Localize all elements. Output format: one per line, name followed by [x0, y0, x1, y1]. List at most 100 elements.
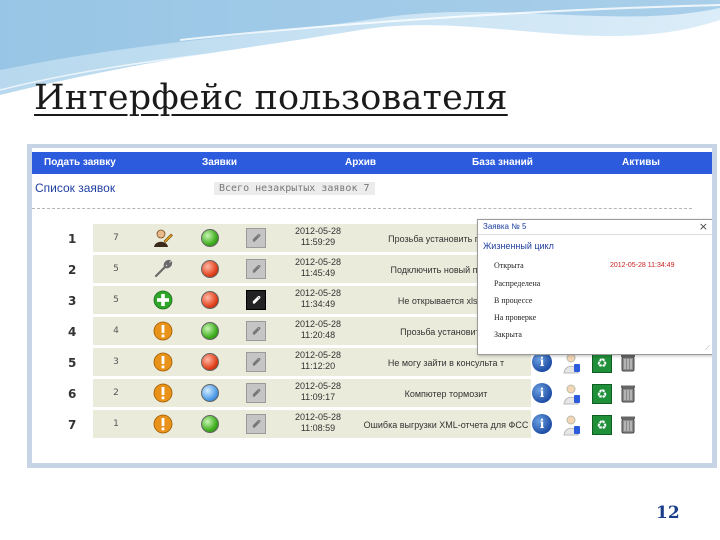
popup-title: Заявка № 5: [483, 222, 527, 231]
attachment-icon[interactable]: [246, 228, 266, 248]
ticket-time: 11:34:49: [300, 299, 336, 309]
status-green-icon: [201, 322, 219, 340]
ticket-datetime: 2012-05-28 11:45:49: [285, 257, 351, 279]
nav-assets[interactable]: Активы: [622, 157, 660, 168]
status-red-icon: [201, 260, 219, 278]
ticket-list-title[interactable]: Список заявок: [35, 181, 115, 195]
ticket-time: 11:59:29: [300, 237, 336, 247]
list-toolbar: Список заявок Всего незакрытых заявок 7: [32, 178, 712, 200]
row-actions: i ♻: [532, 352, 642, 374]
nav-tickets[interactable]: Заявки: [202, 157, 237, 168]
ticket-datetime: 2012-05-28 11:59:29: [285, 226, 351, 248]
assignee-icon[interactable]: [562, 414, 582, 436]
assignee-icon[interactable]: [562, 352, 582, 374]
wrench-icon: [153, 259, 173, 279]
lifecycle-stage-closed: Закрыта: [494, 330, 522, 339]
ticket-datetime: 2012-05-28 11:34:49: [285, 288, 351, 310]
close-icon[interactable]: ×: [699, 220, 708, 233]
ticket-date: 2012-05-28: [294, 226, 342, 236]
lifecycle-stage-opened: Открыта: [494, 261, 524, 270]
table-row[interactable]: 7 1 2012-05-28 11:08:59 Ошибка выгрузки XML-…: [32, 410, 712, 440]
warning-icon: [153, 352, 173, 372]
trash-icon[interactable]: [619, 414, 637, 434]
attachment-icon[interactable]: [246, 321, 266, 341]
nav-knowledge-base[interactable]: База знаний: [472, 157, 533, 168]
nav-archive[interactable]: Архив: [345, 157, 376, 168]
ticket-subject[interactable]: Ошибка выгрузки XML-отчета для ФСС: [361, 412, 531, 438]
row-actions: i ♻: [532, 414, 642, 436]
ticket-datetime: 2012-05-28 11:20:48: [285, 319, 351, 341]
lifecycle-opened-date: 2012-05-28 11:34:49: [610, 262, 675, 269]
priority-value: 2: [113, 388, 119, 398]
assignee-icon[interactable]: [562, 383, 582, 405]
lifecycle-stage-in-progress: В процессе: [494, 296, 533, 305]
row-cells: 3 2012-05-28 11:12:20 Не могу зайти в консу…: [93, 348, 531, 376]
row-number: 7: [68, 418, 77, 432]
attachment-icon[interactable]: [246, 352, 266, 372]
status-red-icon: [201, 291, 219, 309]
ticket-time: 11:09:17: [300, 392, 336, 402]
info-icon[interactable]: i: [532, 414, 552, 434]
row-cells: 5 2012-05-28 11:34:49 Не открывается xls до…: [93, 286, 531, 314]
status-blue-icon: [201, 384, 219, 402]
attachment-icon[interactable]: [246, 290, 266, 310]
ticket-date: 2012-05-28: [294, 257, 342, 267]
priority-value: 4: [113, 326, 119, 336]
ticket-date: 2012-05-28: [294, 412, 342, 422]
row-number: 4: [68, 325, 77, 339]
priority-value: 1: [113, 419, 119, 429]
info-icon[interactable]: i: [532, 383, 552, 403]
ticket-time: 11:08:59: [300, 423, 336, 433]
table-row[interactable]: 6 2 2012-05-28 11:09:17 Компютер тормозит i ♻: [32, 379, 712, 409]
warning-icon: [153, 383, 173, 403]
trash-icon[interactable]: [619, 352, 637, 372]
ticket-date: 2012-05-28: [294, 350, 342, 360]
row-cells: 1 2012-05-28 11:08:59 Ошибка выгрузки XML-о…: [93, 410, 531, 438]
lifecycle-stage-review: На проверке: [494, 313, 537, 322]
top-navigation: Подать заявку Заявки Архив База знаний А…: [32, 152, 712, 174]
recycle-icon[interactable]: ♻: [592, 384, 612, 404]
row-cells: 4 2012-05-28 11:20:48 Прозьба установить L: [93, 317, 531, 345]
lifecycle-stage-assigned: Распределена: [494, 279, 541, 288]
row-cells: 7 2012-05-28 11:59:29 Прозьба установить пи…: [93, 224, 531, 252]
attachment-icon[interactable]: [246, 383, 266, 403]
ticket-date: 2012-05-28: [294, 319, 342, 329]
row-number: 6: [68, 387, 77, 401]
recycle-icon[interactable]: ♻: [592, 415, 612, 435]
resize-grip-icon[interactable]: ⟋: [705, 344, 710, 353]
attachment-icon[interactable]: [246, 414, 266, 434]
ticket-datetime: 2012-05-28 11:12:20: [285, 350, 351, 372]
nav-submit-ticket[interactable]: Подать заявку: [44, 157, 116, 168]
ticket-time: 11:45:49: [300, 268, 336, 278]
priority-value: 7: [113, 233, 119, 243]
recycle-icon[interactable]: ♻: [592, 353, 612, 373]
attachment-icon[interactable]: [246, 259, 266, 279]
row-cells: 5 2012-05-28 11:45:49 Подключить новый прин…: [93, 255, 531, 283]
plus-icon: [153, 290, 173, 310]
ticket-datetime: 2012-05-28 11:09:17: [285, 381, 351, 403]
warning-icon: [153, 414, 173, 434]
trash-icon[interactable]: [619, 383, 637, 403]
row-number: 1: [68, 232, 77, 246]
priority-value: 5: [113, 264, 119, 274]
divider: [32, 208, 692, 209]
row-cells: 2 2012-05-28 11:09:17 Компютер тормозит: [93, 379, 531, 407]
page-number: 12: [656, 503, 680, 523]
ticket-subject[interactable]: Компютер тормозит: [361, 381, 531, 407]
row-number: 5: [68, 356, 77, 370]
ticket-date: 2012-05-28: [294, 381, 342, 391]
popup-header: Заявка № 5 ×: [478, 220, 712, 235]
screenshot-frame: Подать заявку Заявки Архив База знаний А…: [27, 144, 717, 468]
row-number: 2: [68, 263, 77, 277]
priority-value: 3: [113, 357, 119, 367]
row-number: 3: [68, 294, 77, 308]
ticket-time: 11:12:20: [300, 361, 336, 371]
info-icon[interactable]: i: [532, 352, 552, 372]
ticket-detail-popup: Заявка № 5 × Жизненный цикл Открыта Расп…: [477, 219, 712, 355]
row-actions: i ♻: [532, 383, 642, 405]
status-green-icon: [201, 415, 219, 433]
status-red-icon: [201, 353, 219, 371]
lifecycle-heading: Жизненный цикл: [483, 241, 554, 251]
status-green-icon: [201, 229, 219, 247]
app-window: Подать заявку Заявки Архив База знаний А…: [32, 148, 712, 463]
